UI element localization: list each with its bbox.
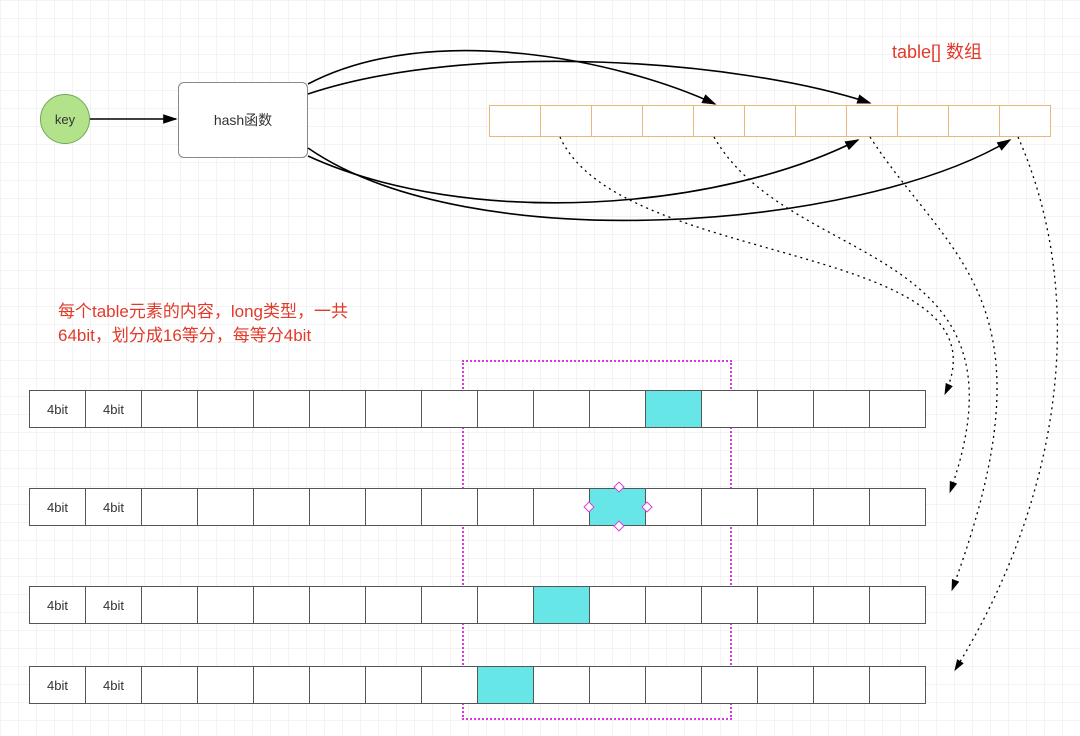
- bit-cell: [701, 488, 758, 526]
- bit-cell: [589, 586, 646, 624]
- table-array-cell: [795, 105, 847, 137]
- bit-cell: [309, 390, 366, 428]
- bit-cell: [869, 586, 926, 624]
- bit-cell: [701, 390, 758, 428]
- bit-cell: [757, 390, 814, 428]
- bit-cell: [813, 390, 870, 428]
- bit-cell-highlight: [533, 586, 590, 624]
- table-array-cell: [489, 105, 541, 137]
- table-array-cell: [897, 105, 949, 137]
- bit-cell: [701, 666, 758, 704]
- hash-function-box: hash函数: [178, 82, 308, 158]
- key-label: key: [55, 112, 75, 127]
- bit-cell: [421, 666, 478, 704]
- bit-cell: [477, 390, 534, 428]
- bit-cell: [253, 586, 310, 624]
- bit-cell: [869, 488, 926, 526]
- table-array: [490, 105, 1051, 137]
- bit-cell: 4bit: [29, 586, 86, 624]
- table-array-cell: [693, 105, 745, 137]
- table-array-cell: [642, 105, 694, 137]
- dotted-arrow-slot-to-row-2: [714, 137, 969, 492]
- bit-row: 4bit4bit: [30, 390, 926, 428]
- bit-cell: [589, 390, 646, 428]
- bit-cell: [813, 488, 870, 526]
- bit-cell: [141, 488, 198, 526]
- bit-cell: [253, 390, 310, 428]
- bit-cell: [757, 488, 814, 526]
- bit-cell: [365, 390, 422, 428]
- bit-cell: [869, 390, 926, 428]
- hash-label: hash函数: [214, 110, 272, 130]
- bit-cell: [421, 390, 478, 428]
- bit-cell: [533, 488, 590, 526]
- bit-cell: [365, 666, 422, 704]
- bit-cell: 4bit: [85, 666, 142, 704]
- bit-cell: [533, 666, 590, 704]
- bit-cell: [365, 488, 422, 526]
- bit-cell: 4bit: [85, 390, 142, 428]
- bit-cell-highlight: [645, 390, 702, 428]
- diagram-canvas: key hash函数 table[] 数组 每个table元素的内容，long类…: [0, 0, 1080, 736]
- bit-cell: [253, 488, 310, 526]
- dotted-arrow-slot-to-row-4: [955, 137, 1057, 670]
- bit-cell: [197, 488, 254, 526]
- bit-cell: [757, 586, 814, 624]
- bit-row: 4bit4bit: [30, 586, 926, 624]
- bit-cell: [365, 586, 422, 624]
- table-array-cell: [948, 105, 1000, 137]
- arrow-hash-to-slot-1: [308, 51, 715, 104]
- bit-cell: [701, 586, 758, 624]
- bit-cell: [141, 666, 198, 704]
- table-array-cell: [999, 105, 1051, 137]
- bit-cell: [309, 586, 366, 624]
- bit-row: 4bit4bit: [30, 666, 926, 704]
- table-array-label: table[] 数组: [892, 38, 982, 64]
- bit-cell: [421, 488, 478, 526]
- bit-cell: 4bit: [29, 390, 86, 428]
- arrow-hash-to-slot-4: [308, 140, 1010, 220]
- bit-cell: [757, 666, 814, 704]
- table-array-cell: [846, 105, 898, 137]
- bit-cell: [869, 666, 926, 704]
- bit-cell: [141, 390, 198, 428]
- bit-cell: [253, 666, 310, 704]
- bit-cell: [813, 666, 870, 704]
- bit-cell: [533, 390, 590, 428]
- bit-cell: 4bit: [85, 586, 142, 624]
- dotted-arrow-slot-to-row-1: [560, 137, 953, 394]
- bit-cell: [477, 586, 534, 624]
- bit-cell: [477, 488, 534, 526]
- bit-cell: [309, 666, 366, 704]
- bit-cell: [421, 586, 478, 624]
- arrow-hash-to-slot-2: [308, 61, 870, 103]
- bit-cell: [645, 666, 702, 704]
- bit-cell: 4bit: [29, 666, 86, 704]
- arrow-hash-to-slot-3: [308, 140, 858, 203]
- bit-cell: [141, 586, 198, 624]
- bit-cell: [589, 666, 646, 704]
- bit-cell: [813, 586, 870, 624]
- bit-cell: [197, 586, 254, 624]
- key-node: key: [40, 94, 90, 144]
- bit-cell: [645, 586, 702, 624]
- table-array-cell: [540, 105, 592, 137]
- bit-cell: 4bit: [85, 488, 142, 526]
- table-array-cell: [591, 105, 643, 137]
- bit-cell: 4bit: [29, 488, 86, 526]
- table-array-cell: [744, 105, 796, 137]
- description-text: 每个table元素的内容，long类型，一共64bit，划分成16等分，每等分4…: [58, 300, 398, 348]
- bit-row: 4bit4bit: [30, 488, 926, 526]
- bit-cell: [197, 390, 254, 428]
- bit-cell: [197, 666, 254, 704]
- bit-cell: [309, 488, 366, 526]
- bit-cell-highlight: [477, 666, 534, 704]
- bit-cell: [645, 488, 702, 526]
